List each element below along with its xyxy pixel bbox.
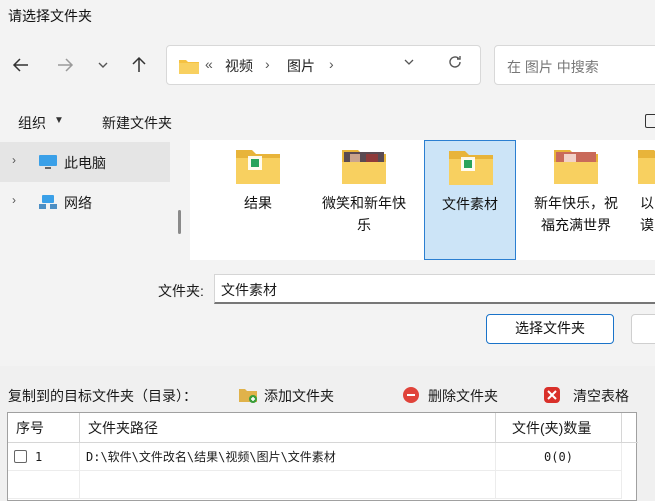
- address-dropdown-chevron-icon[interactable]: [403, 56, 415, 71]
- folder-field-label: 文件夹:: [158, 283, 204, 299]
- folder-label: 微笑和新年快乐: [322, 195, 406, 233]
- delete-folder-button[interactable]: 删除文件夹: [402, 384, 512, 406]
- address-bar[interactable]: « 视频 › 图片 ›: [166, 45, 481, 85]
- expand-arrow-icon[interactable]: ›: [12, 193, 16, 207]
- folder-icon: [236, 150, 280, 184]
- row-index: 1: [35, 450, 43, 464]
- folder-picker-dialog: 请选择文件夹 « 视频 › 图片 › 在 图片 中搜索 组织 ▼ 新建文件夹 ›…: [0, 0, 655, 366]
- monitor-icon: [39, 155, 57, 169]
- folder-name-row: 文件夹: 文件素材: [0, 270, 655, 310]
- clear-table-button[interactable]: 清空表格: [543, 384, 643, 406]
- breadcrumb-separator[interactable]: ›: [329, 56, 334, 72]
- tree-item-network[interactable]: › 网络: [0, 182, 170, 222]
- add-folder-label: 添加文件夹: [264, 388, 334, 404]
- image-folder-icon: [554, 150, 598, 184]
- empty-cell: [8, 471, 80, 499]
- select-folder-button[interactable]: 选择文件夹: [486, 314, 614, 344]
- tree-label: 此电脑: [64, 155, 106, 171]
- view-options-icon[interactable]: [645, 114, 655, 128]
- file-list: 结果 微笑和新年快乐 文件素材 新年快乐，祝福充满世界 以 谟: [190, 140, 655, 260]
- up-arrow-icon[interactable]: [128, 54, 150, 76]
- search-input[interactable]: 在 图片 中搜索: [494, 45, 655, 85]
- target-toolbar: 复制到的目标文件夹（目录）： 添加文件夹 删除文件夹 清空表格: [0, 380, 655, 410]
- table-row-index-cell[interactable]: 1: [8, 443, 80, 471]
- folder-name-value: 文件素材: [221, 282, 277, 298]
- folder-label: 新年快乐，祝福充满世界: [534, 195, 618, 233]
- clear-table-label: 清空表格: [573, 388, 629, 404]
- column-header-index[interactable]: 序号: [8, 413, 80, 443]
- folder-item[interactable]: 以 谟: [636, 140, 655, 260]
- dialog-title: 请选择文件夹: [8, 8, 92, 24]
- cancel-button[interactable]: [631, 314, 655, 344]
- tree-label: 网络: [64, 195, 92, 211]
- folder-label: 结果: [244, 195, 272, 211]
- organize-menu-button[interactable]: 组织: [18, 113, 46, 133]
- folder-item-selected[interactable]: 文件素材: [424, 140, 516, 260]
- empty-cell: [496, 471, 622, 499]
- forward-arrow-icon[interactable]: [54, 54, 76, 76]
- network-icon: [39, 195, 57, 209]
- folder-name-input[interactable]: 文件素材: [214, 274, 655, 304]
- caret-down-icon[interactable]: ▼: [54, 115, 64, 126]
- table-row-count-cell[interactable]: 0(0): [496, 443, 622, 471]
- column-header-count[interactable]: 文件(夹)数量: [496, 413, 622, 443]
- folder-item[interactable]: 结果: [212, 140, 304, 260]
- column-header-filler: [622, 413, 638, 443]
- navigation-pane: › 此电脑 › 网络: [0, 140, 190, 260]
- recent-locations-chevron-icon[interactable]: [92, 54, 114, 76]
- remove-circle-icon: [403, 387, 419, 403]
- column-header-path[interactable]: 文件夹路径: [80, 413, 496, 443]
- back-arrow-icon[interactable]: [10, 54, 32, 76]
- add-folder-button[interactable]: 添加文件夹: [238, 384, 348, 406]
- table-row-path-cell[interactable]: D:\软件\文件改名\结果\视频\图片\文件素材: [80, 443, 496, 471]
- address-overflow[interactable]: «: [205, 56, 213, 72]
- new-folder-button[interactable]: 新建文件夹: [102, 113, 172, 133]
- breadcrumb-separator[interactable]: ›: [265, 56, 270, 72]
- add-folder-icon: [239, 389, 257, 403]
- breadcrumb-videos[interactable]: 视频: [225, 56, 253, 76]
- folder-item[interactable]: 新年快乐，祝福充满世界: [530, 140, 622, 260]
- dialog-titlebar: 请选择文件夹: [0, 0, 655, 30]
- expand-arrow-icon[interactable]: ›: [12, 153, 16, 167]
- navigation-row: « 视频 › 图片 › 在 图片 中搜索: [0, 38, 655, 96]
- clear-x-icon: [544, 387, 560, 403]
- tree-item-this-pc[interactable]: › 此电脑: [0, 142, 170, 182]
- row-checkbox[interactable]: [14, 450, 27, 463]
- image-folder-icon: [342, 150, 386, 184]
- refresh-icon[interactable]: [447, 54, 463, 75]
- folder-label: 文件素材: [442, 196, 498, 212]
- folder-icon: [449, 151, 493, 185]
- command-bar: 组织 ▼ 新建文件夹: [0, 102, 655, 140]
- target-folder-table: 序号 文件夹路径 文件(夹)数量 1 D:\软件\文件改名\结果\视频\图片\文…: [7, 412, 638, 501]
- empty-cell: [80, 471, 496, 499]
- delete-folder-label: 删除文件夹: [428, 388, 498, 404]
- folder-item[interactable]: 微笑和新年快乐: [318, 140, 410, 260]
- folder-label: 以 谟: [640, 195, 654, 233]
- browser-content: › 此电脑 › 网络 结果 微笑和新年快乐 文件素材 新年快乐，祝福充满世界 以…: [0, 140, 655, 260]
- breadcrumb-pictures[interactable]: 图片: [287, 56, 315, 76]
- target-folder-label: 复制到的目标文件夹（目录）：: [8, 388, 197, 404]
- folder-icon: [179, 60, 199, 74]
- search-placeholder: 在 图片 中搜索: [507, 59, 599, 75]
- nav-scrollbar[interactable]: [178, 210, 181, 234]
- folder-icon: [638, 150, 655, 184]
